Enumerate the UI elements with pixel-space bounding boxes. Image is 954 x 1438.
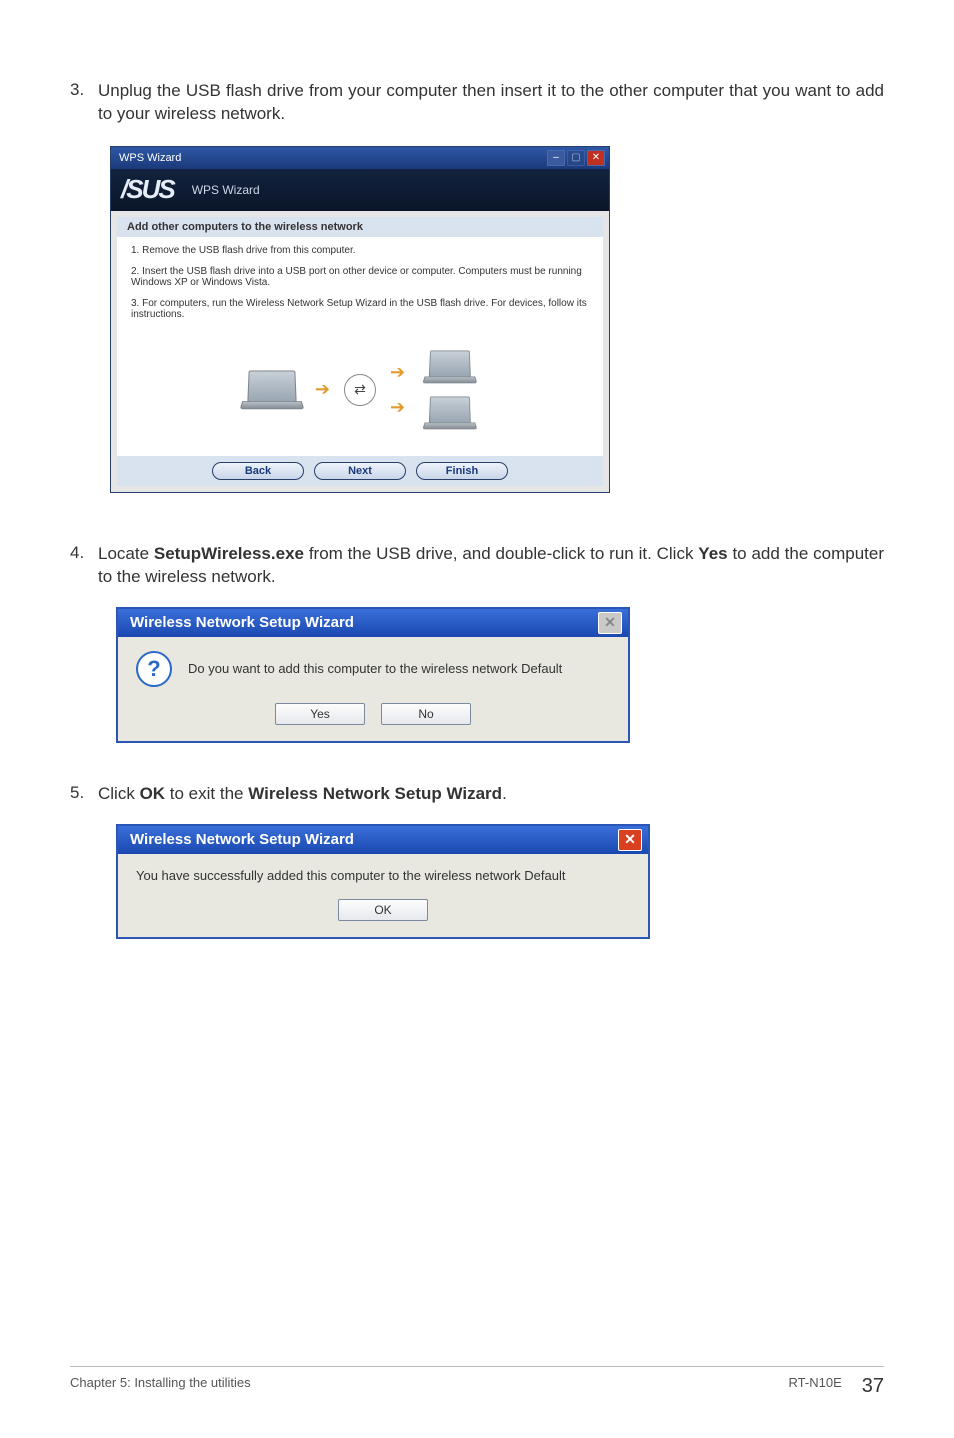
wps-panel-content: 1. Remove the USB flash drive from this …: [117, 237, 603, 456]
step-4-text: Locate SetupWireless.exe from the USB dr…: [98, 543, 884, 589]
wps-window-title: WPS Wizard: [115, 152, 545, 164]
step-3: 3. Unplug the USB flash drive from your …: [70, 80, 884, 126]
close-icon[interactable]: ✕: [598, 612, 622, 634]
laptop-icon: [424, 396, 475, 430]
wps-header-label: WPS Wizard: [192, 183, 260, 197]
dialog-message: You have successfully added this compute…: [136, 868, 630, 883]
close-icon[interactable]: ✕: [618, 829, 642, 851]
dialog-title: Wireless Network Setup Wizard: [130, 614, 598, 631]
step-5: 5. Click OK to exit the Wireless Network…: [70, 783, 884, 806]
step-4: 4. Locate SetupWireless.exe from the USB…: [70, 543, 884, 589]
step-5-number: 5.: [70, 783, 98, 806]
wps-instruction-3: 3. For computers, run the Wireless Netwo…: [131, 298, 589, 320]
no-button[interactable]: No: [381, 703, 471, 725]
dialog-title: Wireless Network Setup Wizard: [130, 831, 618, 848]
wps-illustration: ➔ ⇄ ➔➔: [131, 330, 589, 450]
dialog-titlebar: Wireless Network Setup Wizard ✕: [118, 609, 628, 637]
step-3-text: Unplug the USB flash drive from your com…: [98, 80, 884, 126]
wps-panel-title: Add other computers to the wireless netw…: [117, 217, 603, 237]
wps-titlebar: WPS Wizard – ▢ ✕: [111, 147, 609, 169]
question-icon: ?: [136, 651, 172, 687]
asus-logo: /SUS: [121, 174, 174, 205]
arrow-right-icon: ➔: [315, 379, 330, 400]
ok-button[interactable]: OK: [338, 899, 428, 921]
wps-header: /SUS WPS Wizard: [111, 169, 609, 211]
maximize-icon: ▢: [567, 150, 585, 166]
laptop-icon: [241, 370, 301, 410]
step-4-number: 4.: [70, 543, 98, 589]
usb-icon: ⇄: [344, 374, 376, 406]
success-dialog: Wireless Network Setup Wizard ✕ You have…: [116, 824, 650, 939]
page-footer: Chapter 5: Installing the utilities RT-N…: [70, 1366, 884, 1398]
dialog-titlebar: Wireless Network Setup Wizard ✕: [118, 826, 648, 854]
wps-instruction-2: 2. Insert the USB flash drive into a USB…: [131, 266, 589, 288]
next-button[interactable]: Next: [314, 462, 406, 480]
footer-chapter: Chapter 5: Installing the utilities: [70, 1375, 789, 1398]
step-3-number: 3.: [70, 80, 98, 126]
finish-button[interactable]: Finish: [416, 462, 508, 480]
yes-button[interactable]: Yes: [275, 703, 365, 725]
minimize-icon[interactable]: –: [547, 150, 565, 166]
wps-button-row: Back Next Finish: [117, 456, 603, 486]
wps-wizard-window: WPS Wizard – ▢ ✕ /SUS WPS Wizard Add oth…: [110, 146, 610, 493]
step-5-text: Click OK to exit the Wireless Network Se…: [98, 783, 884, 806]
footer-page-number: 37: [862, 1375, 884, 1398]
close-icon[interactable]: ✕: [587, 150, 605, 166]
wps-instruction-1: 1. Remove the USB flash drive from this …: [131, 245, 589, 256]
laptop-icon: [424, 350, 475, 384]
dialog-message: Do you want to add this computer to the …: [188, 661, 562, 676]
back-button[interactable]: Back: [212, 462, 304, 480]
confirm-dialog: Wireless Network Setup Wizard ✕ ? Do you…: [116, 607, 630, 743]
footer-model: RT-N10E: [789, 1375, 842, 1398]
arrows-split-icon: ➔➔: [390, 362, 405, 418]
